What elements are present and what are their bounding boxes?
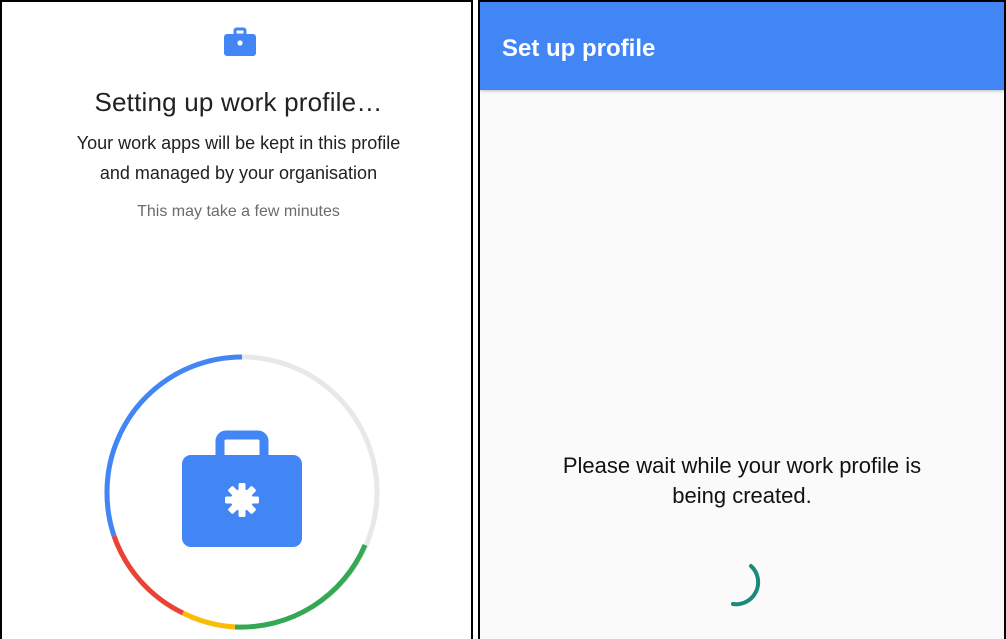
ring-segment-yellow <box>181 610 236 630</box>
panel-divider <box>471 0 480 639</box>
wait-message-line: Please wait while your work profile is <box>562 453 922 478</box>
ring-segment-red <box>111 535 185 616</box>
ring-segment-green <box>234 544 368 630</box>
page-title: Setting up work profile… <box>94 87 383 117</box>
app-bar-title: Set up profile <box>502 35 656 62</box>
loading-spinner-icon <box>731 564 761 607</box>
work-briefcase-icon <box>224 27 256 56</box>
wait-message: Please wait while your work profile is b… <box>480 451 1004 511</box>
briefcase-gear-icon <box>182 430 302 547</box>
subtitle-line: Your work apps will be kept in this prof… <box>76 133 401 153</box>
set-up-profile-panel: Set up profile Please wait while your wo… <box>480 0 1006 639</box>
duration-hint: This may take a few minutes <box>137 203 340 220</box>
progress-ring <box>104 354 380 630</box>
page-subtitle: Your work apps will be kept in this prof… <box>32 128 445 188</box>
wait-message-line: being created. <box>672 483 812 508</box>
subtitle-line: and managed by your organisation <box>99 163 378 183</box>
app-bar: Set up profile <box>480 2 1004 90</box>
ring-segment-blue <box>104 491 117 537</box>
setup-progress-panel: Setting up work profile… Your work apps … <box>0 0 473 639</box>
